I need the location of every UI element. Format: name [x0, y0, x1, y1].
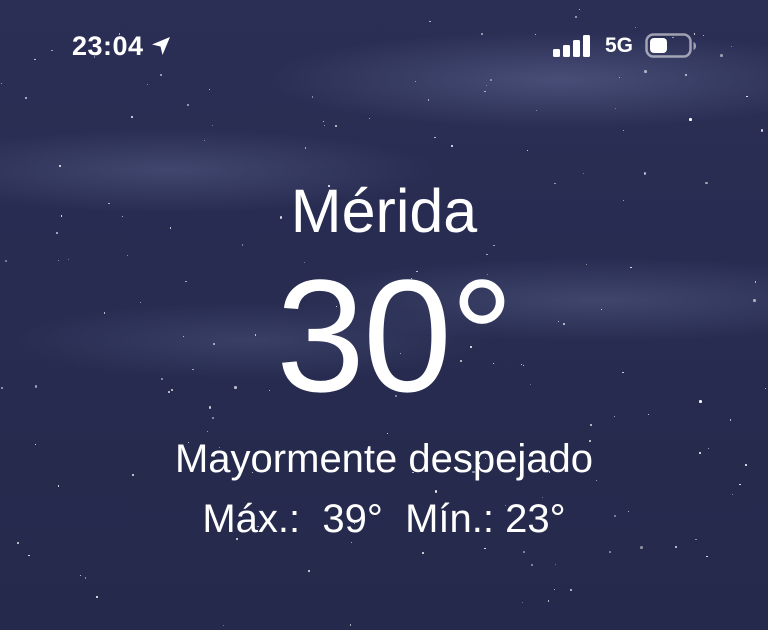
- low-value: 23°: [505, 497, 566, 541]
- weather-condition: Mayormente despejado: [174, 437, 594, 481]
- current-temperature: 30°: [276, 246, 514, 425]
- high-value: 39°: [322, 497, 383, 541]
- city-name: Mérida: [290, 177, 478, 245]
- weather-summary: Mérida 30° Mayormente despejado Máx.: 39…: [0, 0, 768, 630]
- high-label: Máx.:: [202, 497, 301, 541]
- low-label: Mín.:: [405, 497, 495, 541]
- high-low-temperatures: Máx.: 39° Mín.: 23°: [0, 493, 768, 545]
- current-temperature-block: 30°: [0, 256, 768, 416]
